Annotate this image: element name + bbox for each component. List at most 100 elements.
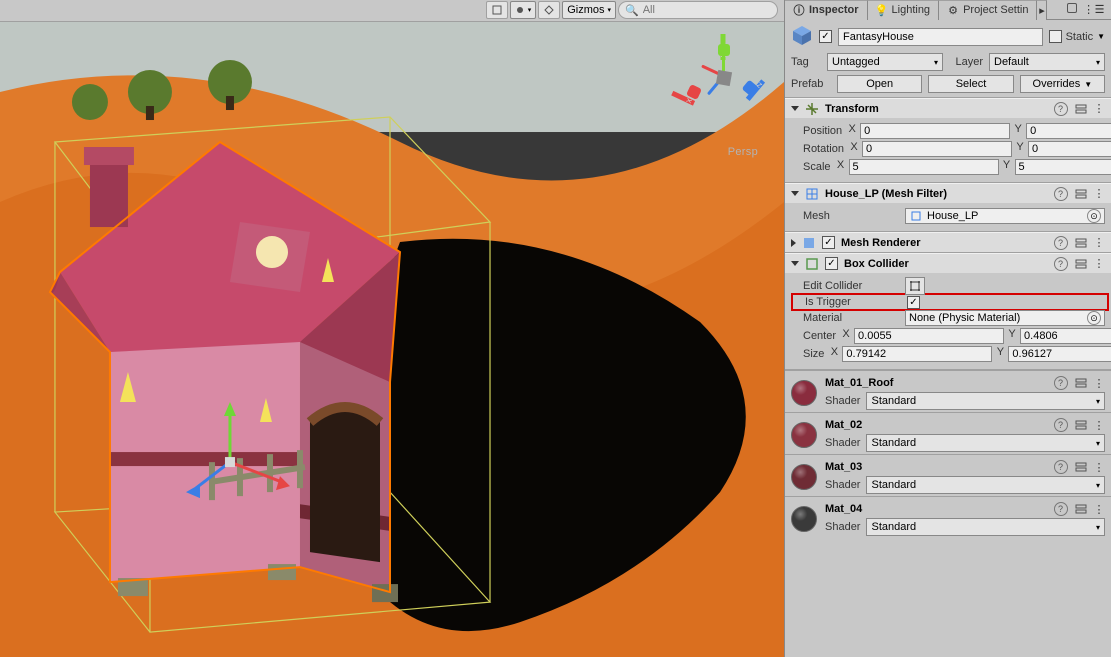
component-menu-icon[interactable]: ⋮ [1094, 377, 1106, 390]
center-x[interactable] [854, 328, 1004, 344]
material-name: Mat_04 [825, 503, 862, 515]
gameobject-header: ✓ Static ▼ Tag Untagged Layer Default Pr… [785, 20, 1111, 98]
help-icon[interactable]: ? [1054, 236, 1068, 250]
center-y[interactable] [1020, 328, 1111, 344]
scene-illustration [0, 22, 784, 657]
size-label: Size [791, 348, 824, 360]
rotation-label: Rotation [791, 143, 844, 155]
component-menu-icon[interactable]: ⋮ [1094, 102, 1106, 115]
component-menu-icon[interactable]: ⋮ [1094, 236, 1106, 249]
toolbar-button-b[interactable] [510, 1, 537, 19]
tab-inspector[interactable]: ⓘ Inspector [785, 0, 868, 20]
help-icon[interactable]: ? [1054, 187, 1068, 201]
help-icon[interactable]: ? [1054, 102, 1068, 116]
help-icon[interactable]: ? [1054, 376, 1068, 390]
foldout-icon [791, 261, 799, 266]
size-x[interactable] [842, 346, 992, 362]
preset-icon[interactable] [1074, 502, 1088, 516]
foldout-icon [791, 239, 796, 247]
mesh-renderer-enabled-checkbox[interactable]: ✓ [822, 236, 835, 249]
is-trigger-checkbox[interactable]: ✓ [907, 296, 920, 309]
mesh-label: Mesh [791, 210, 901, 222]
prefab-select-button[interactable]: Select [928, 75, 1013, 93]
viewport[interactable]: Persp y x z [0, 22, 784, 657]
scene-toolbar: Gizmos 🔍 [0, 0, 784, 22]
static-dropdown-arrow[interactable]: ▼ [1097, 32, 1105, 41]
shader-dropdown[interactable]: Standard [866, 392, 1105, 410]
help-icon[interactable]: ? [1054, 257, 1068, 271]
help-icon[interactable]: ? [1054, 418, 1068, 432]
shader-dropdown[interactable]: Standard [866, 476, 1105, 494]
tab-project-settings[interactable]: ⚙ Project Settin [939, 0, 1037, 20]
gizmos-dropdown[interactable]: Gizmos [562, 1, 616, 19]
mesh-object-field[interactable]: House_LP ⊙ [905, 208, 1105, 224]
gear-icon: ⚙ [947, 4, 959, 16]
static-checkbox[interactable] [1049, 30, 1062, 43]
position-y[interactable] [1026, 123, 1111, 139]
help-icon[interactable]: ? [1054, 502, 1068, 516]
material-preview-icon [791, 506, 817, 532]
scene-search[interactable]: 🔍 [618, 1, 778, 19]
box-collider-component: ✓ Box Collider ? ⋮ Edit Collider Is Trig… [785, 253, 1111, 370]
rotation-y[interactable] [1028, 141, 1111, 157]
tab-overflow[interactable]: ▸ [1037, 0, 1047, 20]
preset-icon[interactable] [1074, 376, 1088, 390]
box-collider-header[interactable]: ✓ Box Collider ? ⋮ [785, 253, 1111, 273]
position-x[interactable] [860, 123, 1010, 139]
edit-collider-button[interactable] [905, 277, 925, 295]
preset-icon[interactable] [1074, 236, 1088, 250]
object-picker-icon[interactable]: ⊙ [1087, 209, 1101, 223]
preset-icon[interactable] [1074, 257, 1088, 271]
shader-dropdown[interactable]: Standard [866, 518, 1105, 536]
scale-x[interactable] [849, 159, 999, 175]
component-menu-icon[interactable]: ⋮ [1094, 419, 1106, 432]
material-row: Mat_03?⋮ShaderStandard [785, 454, 1111, 496]
toolbar-button-c[interactable] [538, 1, 560, 19]
layer-dropdown[interactable]: Default [989, 53, 1105, 71]
material-preview-icon [791, 464, 817, 490]
mesh-filter-header[interactable]: House_LP (Mesh Filter) ? ⋮ [785, 183, 1111, 203]
box-collider-icon [805, 257, 819, 271]
is-trigger-label: Is Trigger [793, 296, 903, 308]
shader-label: Shader [825, 437, 860, 449]
component-menu-icon[interactable]: ⋮ [1094, 187, 1106, 200]
rotation-x[interactable] [862, 141, 1012, 157]
scene-view[interactable]: Gizmos 🔍 [0, 0, 784, 657]
prefab-overrides-button[interactable]: Overrides▼ [1020, 75, 1105, 93]
active-checkbox[interactable]: ✓ [819, 30, 832, 43]
prefab-open-button[interactable]: Open [837, 75, 922, 93]
component-menu-icon[interactable]: ⋮ [1094, 503, 1106, 516]
transform-header[interactable]: Transform ? ⋮ [785, 98, 1111, 118]
gameobject-name-input[interactable] [838, 28, 1043, 46]
lock-icon[interactable] [1067, 3, 1077, 13]
orientation-gizmo[interactable]: y x z [688, 42, 760, 114]
preset-icon[interactable] [1074, 418, 1088, 432]
preset-icon[interactable] [1074, 102, 1088, 116]
tab-lighting[interactable]: 💡 Lighting [868, 0, 940, 20]
physic-material-field[interactable]: None (Physic Material) ⊙ [905, 310, 1105, 326]
shader-label: Shader [825, 521, 860, 533]
box-collider-enabled-checkbox[interactable]: ✓ [825, 257, 838, 270]
gameobject-icon [791, 24, 813, 49]
toolbar-button-a[interactable] [486, 1, 508, 19]
scene-search-input[interactable] [643, 4, 771, 16]
component-menu-icon[interactable]: ⋮ [1094, 257, 1106, 270]
preset-icon[interactable] [1074, 460, 1088, 474]
component-menu-icon[interactable]: ⋮ [1094, 461, 1106, 474]
panel-menu-icon[interactable]: ⋮☰ [1083, 3, 1105, 16]
edit-collider-label: Edit Collider [791, 280, 901, 292]
shader-label: Shader [825, 479, 860, 491]
scale-y[interactable] [1015, 159, 1111, 175]
inspector-panel: ⓘ Inspector 💡 Lighting ⚙ Project Settin … [784, 0, 1111, 657]
shader-dropdown[interactable]: Standard [866, 434, 1105, 452]
size-y[interactable] [1008, 346, 1111, 362]
prefab-label: Prefab [791, 78, 831, 90]
tag-dropdown[interactable]: Untagged [827, 53, 943, 71]
position-label: Position [791, 125, 842, 137]
help-icon[interactable]: ? [1054, 460, 1068, 474]
mesh-renderer-header[interactable]: ✓ Mesh Renderer ? ⋮ [785, 232, 1111, 252]
preset-icon[interactable] [1074, 187, 1088, 201]
mesh-filter-icon [805, 187, 819, 201]
object-picker-icon[interactable]: ⊙ [1087, 311, 1101, 325]
material-row: Mat_04? ⋮ Shader Standard [785, 496, 1111, 538]
